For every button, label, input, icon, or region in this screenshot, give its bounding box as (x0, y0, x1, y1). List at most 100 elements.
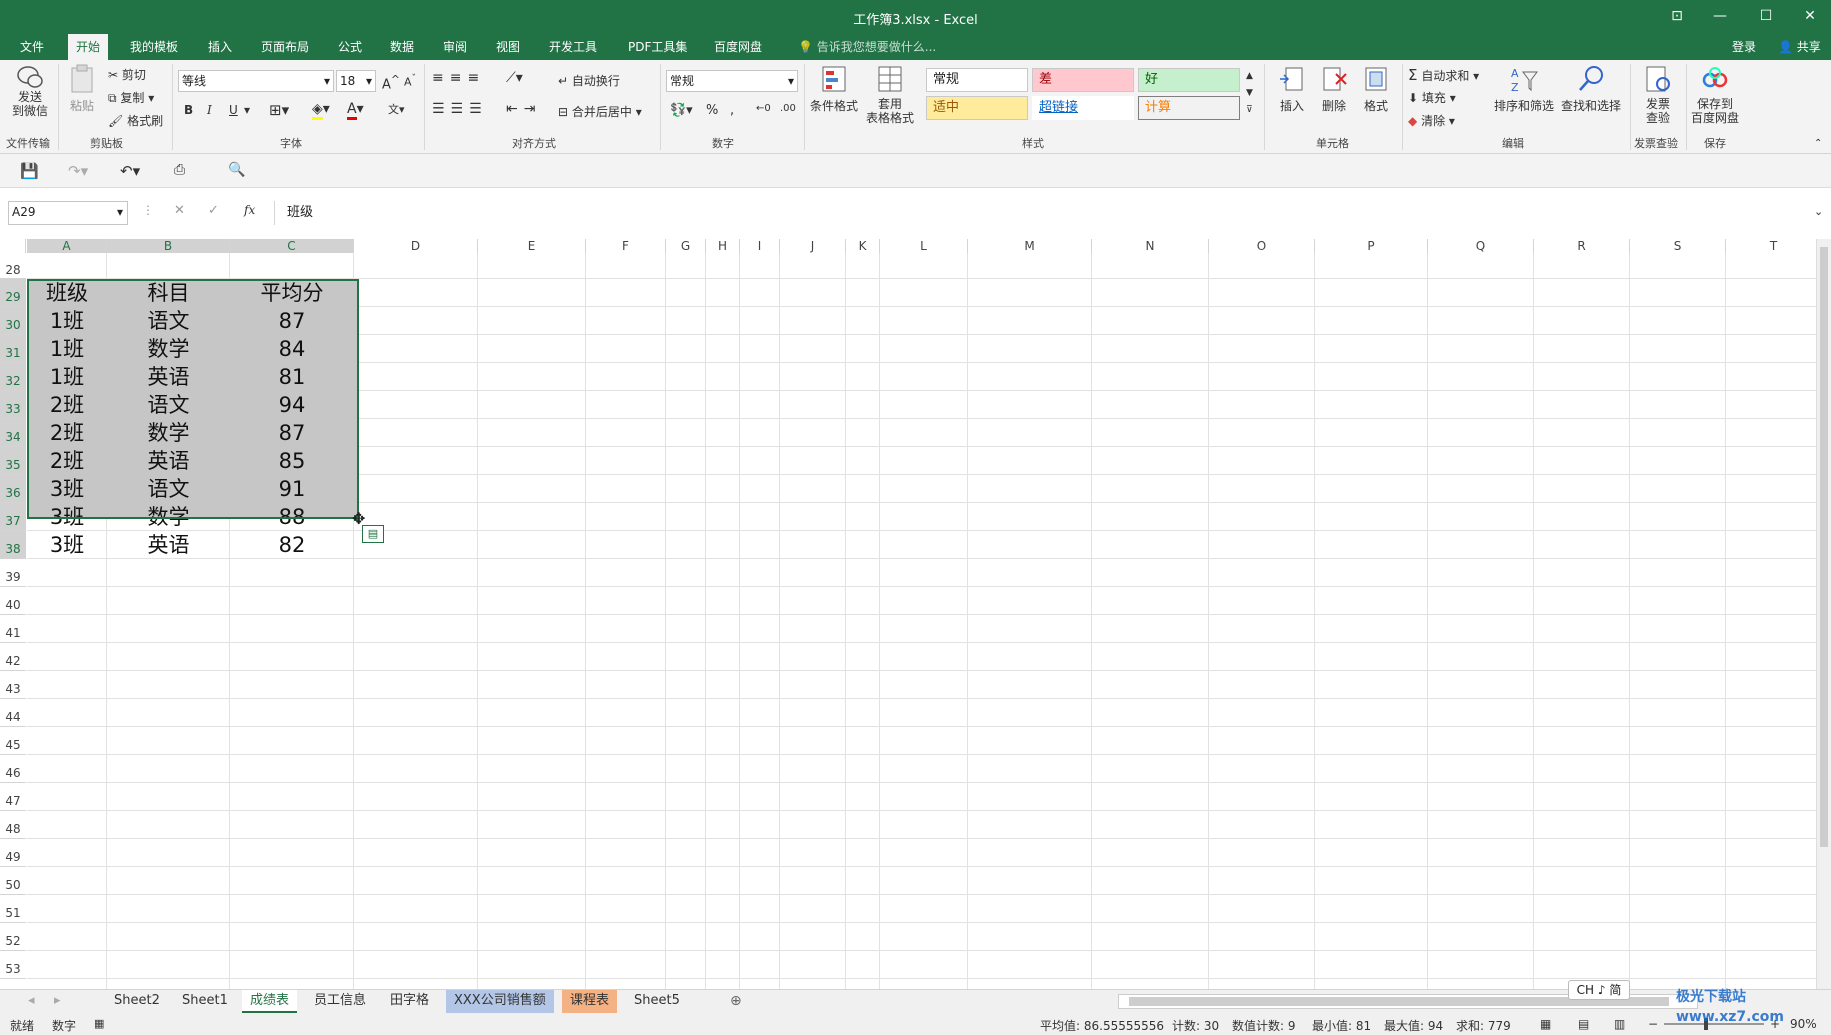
macro-record-icon[interactable]: ▦ (94, 1017, 104, 1030)
sheet-tab-sheet1[interactable]: Sheet1 (174, 990, 236, 1013)
conditional-format-button[interactable]: 条件格式 (808, 64, 860, 114)
row-header-36[interactable]: 36 (0, 475, 26, 503)
row-header-47[interactable]: 47 (0, 783, 26, 811)
sheet-tab-sheet5[interactable]: Sheet5 (626, 990, 688, 1013)
row-header-42[interactable]: 42 (0, 643, 26, 671)
sheet-tab-employees[interactable]: 员工信息 (306, 990, 374, 1013)
more-options-icon[interactable]: ⋮ (142, 203, 154, 217)
share-button[interactable]: 👤 共享 (1770, 34, 1829, 60)
row-header-49[interactable]: 49 (0, 839, 26, 867)
zoom-out-icon[interactable]: − (1648, 1017, 1658, 1031)
prev-sheet-icon[interactable]: ◂ (20, 990, 43, 1013)
table-cell[interactable]: 82 (230, 531, 354, 559)
borders-icon[interactable]: ⊞▾ (269, 101, 289, 119)
tab-formulas[interactable]: 公式 (330, 34, 370, 60)
style-bad[interactable]: 差 (1032, 68, 1134, 92)
number-format-dropdown[interactable]: 常规 ▾ (666, 70, 798, 92)
column-header-t[interactable]: T (1726, 239, 1822, 253)
tab-file[interactable]: 文件 (12, 34, 52, 60)
tab-baidu-pan[interactable]: 百度网盘 (706, 34, 770, 60)
style-good[interactable]: 好 (1138, 68, 1240, 92)
paste-button[interactable]: 粘贴 (66, 64, 98, 114)
row-header-37[interactable]: 37 (0, 503, 26, 531)
save-baidu-button[interactable]: 保存到 百度网盘 (1690, 64, 1740, 125)
row-header-35[interactable]: 35 (0, 447, 26, 475)
column-header-r[interactable]: R (1534, 239, 1630, 253)
ime-indicator[interactable]: CH ♪ 简 (1568, 980, 1630, 1000)
insert-function-icon[interactable]: fx (244, 203, 255, 217)
row-header-33[interactable]: 33 (0, 391, 26, 419)
tab-data[interactable]: 数据 (382, 34, 422, 60)
table-format-button[interactable]: 套用 表格格式 (862, 64, 918, 125)
column-header-g[interactable]: G (666, 239, 706, 253)
row-header-41[interactable]: 41 (0, 615, 26, 643)
style-normal[interactable]: 常规 (926, 68, 1028, 92)
row-header-44[interactable]: 44 (0, 699, 26, 727)
row-header-32[interactable]: 32 (0, 363, 26, 391)
vertical-scrollbar[interactable] (1816, 239, 1831, 989)
chevron-down-icon[interactable]: ▾ (244, 103, 250, 117)
column-header-a[interactable]: A (27, 239, 107, 253)
table-cell[interactable]: 3班 (27, 531, 107, 559)
row-header-39[interactable]: 39 (0, 559, 26, 587)
find-select-button[interactable]: 查找和选择 (1558, 64, 1624, 114)
cut-button[interactable]: ✂ 剪切 (108, 66, 146, 83)
font-color-icon[interactable]: A▾ (347, 101, 364, 120)
column-header-h[interactable]: H (706, 239, 740, 253)
ribbon-display-icon[interactable]: ⊡ (1657, 4, 1697, 28)
fill-button[interactable]: ⬇ 填充 ▾ (1408, 89, 1456, 106)
merge-center-button[interactable]: ⊟ 合并后居中 ▾ (558, 103, 642, 120)
column-header-s[interactable]: S (1630, 239, 1726, 253)
select-all-corner[interactable] (0, 239, 26, 253)
increase-decimal-icon[interactable]: ←0 (756, 103, 771, 114)
normal-view-icon[interactable]: ▦ (1540, 1017, 1551, 1031)
page-layout-view-icon[interactable]: ▤ (1578, 1017, 1589, 1031)
sheet-tab-grid-paper[interactable]: 田字格 (382, 990, 437, 1013)
login-link[interactable]: 登录 (1724, 34, 1764, 60)
row-header-38[interactable]: 38 (0, 531, 26, 559)
tab-review[interactable]: 审阅 (435, 34, 475, 60)
tab-pdf-tools[interactable]: PDF工具集 (620, 34, 695, 60)
row-header-52[interactable]: 52 (0, 923, 26, 951)
close-button[interactable]: ✕ (1790, 4, 1830, 28)
indent-icons[interactable]: ⇤⇥ (506, 101, 541, 117)
font-size-dropdown[interactable]: 18 ▾ (336, 70, 376, 92)
insert-cells-button[interactable]: 插入 (1272, 64, 1312, 114)
column-header-e[interactable]: E (478, 239, 586, 253)
tab-developer[interactable]: 开发工具 (541, 34, 605, 60)
sheet-tab-sheet2[interactable]: Sheet2 (106, 990, 168, 1013)
fill-color-icon[interactable]: ◈▾ (312, 101, 330, 120)
row-header-30[interactable]: 30 (0, 307, 26, 335)
row-header-53[interactable]: 53 (0, 951, 26, 979)
sheet-tab-scores[interactable]: 成绩表 (242, 990, 298, 1013)
style-calculation[interactable]: 计算 (1138, 96, 1240, 120)
grow-font-icon[interactable]: A^ (382, 73, 400, 92)
phonetic-icon[interactable]: 文▾ (388, 101, 405, 117)
column-header-p[interactable]: P (1315, 239, 1428, 253)
percent-icon[interactable]: % (706, 103, 718, 118)
decrease-decimal-icon[interactable]: .00 (780, 103, 796, 114)
row-header-31[interactable]: 31 (0, 335, 26, 363)
clear-button[interactable]: ◆ 清除 ▾ (1408, 112, 1455, 129)
row-header-51[interactable]: 51 (0, 895, 26, 923)
wrap-text-button[interactable]: ↵ 自动换行 (558, 72, 620, 89)
tab-insert[interactable]: 插入 (200, 34, 240, 60)
row-header-54[interactable]: 54 (0, 979, 26, 989)
row-header-50[interactable]: 50 (0, 867, 26, 895)
copy-button[interactable]: ⧉ 复制 ▾ (108, 89, 154, 106)
column-header-o[interactable]: O (1209, 239, 1315, 253)
row-header-45[interactable]: 45 (0, 727, 26, 755)
column-header-d[interactable]: D (354, 239, 478, 253)
tab-view[interactable]: 视图 (488, 34, 528, 60)
comma-icon[interactable]: , (730, 103, 734, 118)
tab-page-layout[interactable]: 页面布局 (253, 34, 317, 60)
sheet-tab-sales[interactable]: XXX公司销售额 (446, 990, 554, 1013)
invoice-check-button[interactable]: 发票 查验 (1636, 64, 1680, 125)
column-header-b[interactable]: B (107, 239, 230, 253)
next-sheet-icon[interactable]: ▸ (46, 990, 69, 1013)
vertical-scroll-thumb[interactable] (1820, 247, 1828, 847)
minimize-button[interactable]: — (1700, 4, 1740, 28)
column-header-q[interactable]: Q (1428, 239, 1534, 253)
send-to-wechat-button[interactable]: 发送 到微信 (10, 64, 50, 118)
quick-analysis-icon[interactable]: ▤ (362, 525, 384, 543)
